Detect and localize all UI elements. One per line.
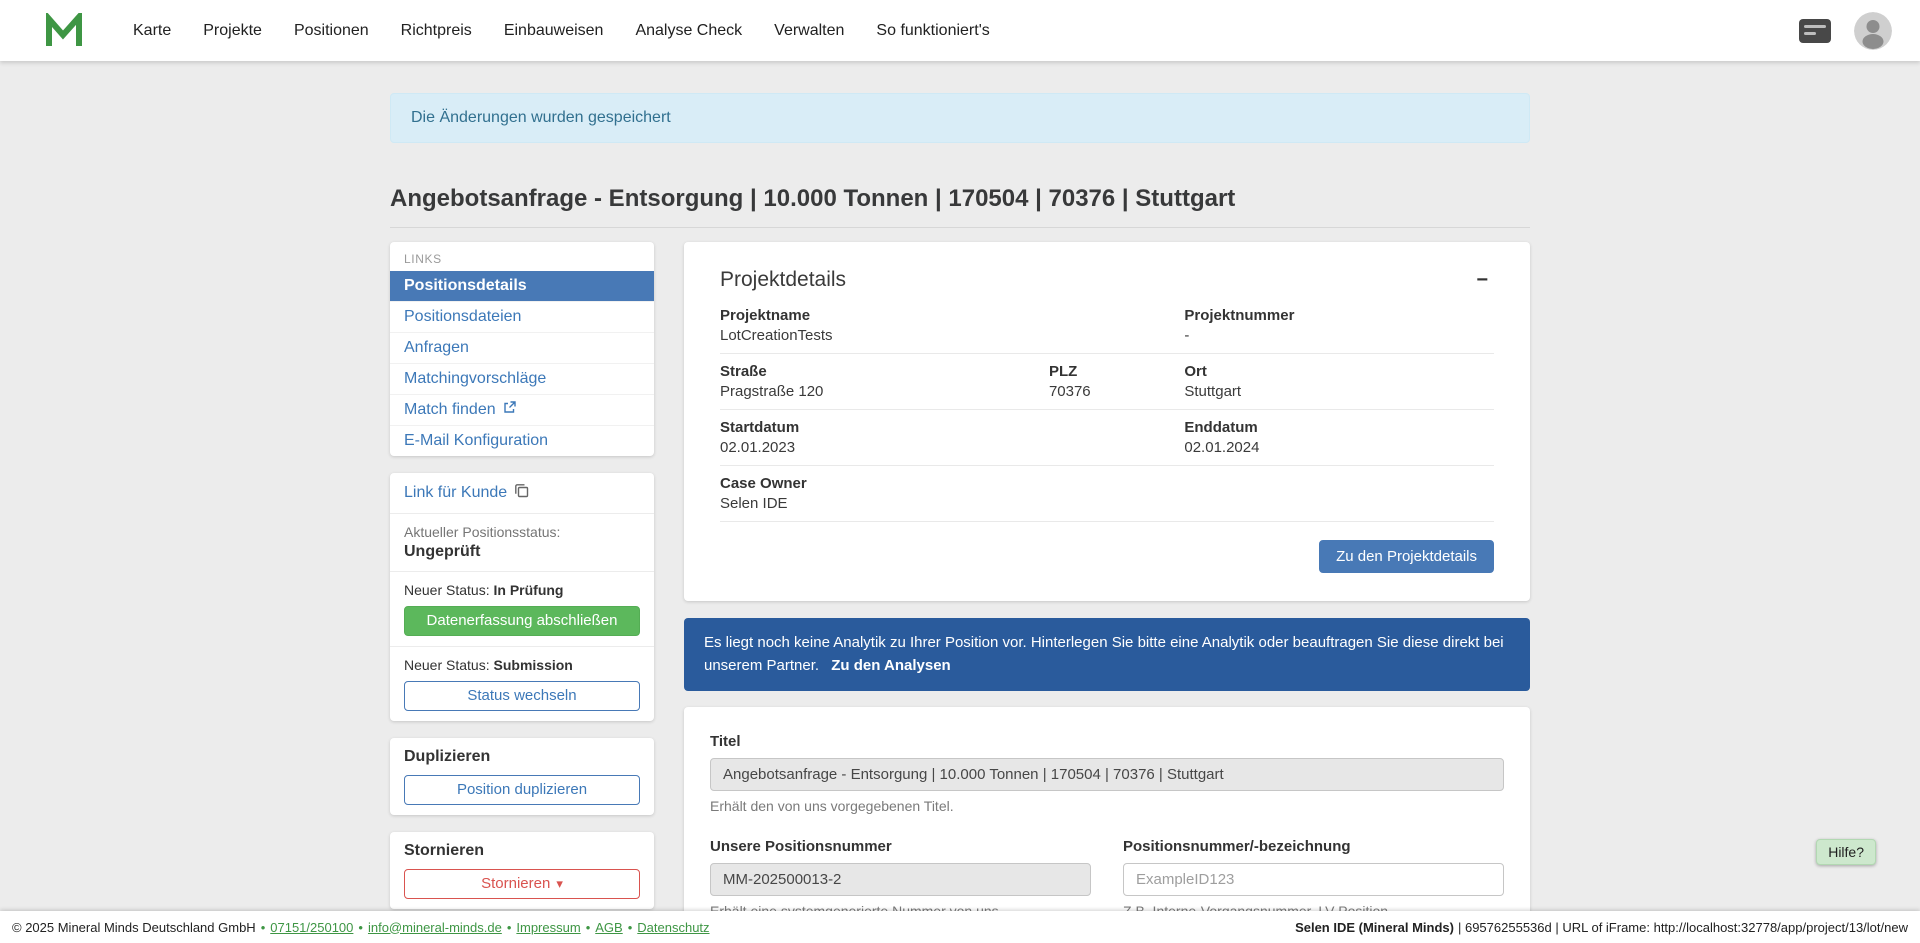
navbar: Karte Projekte Positionen Richtpreis Ein… [0, 0, 1920, 61]
sidebar-item-email-konfiguration[interactable]: E-Mail Konfiguration [390, 425, 654, 456]
match-finden-label: Match finden [404, 401, 496, 419]
sidebar-item-positionsdateien[interactable]: Positionsdateien [390, 301, 654, 332]
footer-session-info: Selen IDE (Mineral Minds) | 69576255536d … [1295, 920, 1908, 935]
footer-email-link[interactable]: info@mineral-minds.de [368, 920, 502, 935]
footer-impressum-link[interactable]: Impressum [516, 920, 580, 935]
collapse-button[interactable]: − [1470, 268, 1494, 292]
sidebar-item-match-finden[interactable]: Match finden [390, 394, 654, 425]
help-button[interactable]: Hilfe? [1816, 839, 1876, 865]
nav-item-analyse-check[interactable]: Analyse Check [619, 22, 758, 40]
datenerfassung-abschliessen-button[interactable]: Datenerfassung abschließen [404, 606, 640, 636]
footer-separator: • [586, 920, 591, 935]
current-status-value: Ungeprüft [404, 543, 640, 561]
footer-separator: • [261, 920, 266, 935]
stornieren-card: Stornieren Stornieren ▾ [390, 832, 654, 909]
stornieren-button-label: Stornieren [481, 875, 550, 892]
user-avatar[interactable] [1854, 12, 1892, 50]
saved-alert: Die Änderungen wurden gespeichert [390, 93, 1530, 143]
ort-value: Stuttgart [1184, 383, 1494, 400]
copy-icon [514, 483, 529, 503]
projektnummer-value: - [1184, 327, 1494, 344]
titel-input [710, 758, 1504, 791]
startdatum-value: 02.01.2023 [720, 439, 1184, 456]
enddatum-value: 02.01.2024 [1184, 439, 1494, 456]
status-card: Link für Kunde Aktueller Positionsstatus… [390, 473, 654, 721]
startdatum-label: Startdatum [720, 419, 1184, 436]
footer-copyright: © 2025 Mineral Minds Deutschland GmbH [12, 920, 256, 935]
duplizieren-title: Duplizieren [404, 748, 640, 766]
kunden-positionsnummer-input[interactable] [1123, 863, 1504, 896]
new-status-text-2: Neuer Status: Submission [404, 657, 640, 673]
projektname-label: Projektname [720, 307, 1184, 324]
nav-item-karte[interactable]: Karte [117, 22, 187, 40]
strasse-value: Pragstraße 120 [720, 383, 1049, 400]
pd-row-2: Straße Pragstraße 120 PLZ 70376 Ort Stut… [720, 354, 1494, 410]
current-status-label: Aktueller Positionsstatus: [404, 524, 640, 540]
projektdetails-title: Projektdetails [720, 268, 846, 292]
nav-item-positionen[interactable]: Positionen [278, 22, 385, 40]
footer-user-info: Selen IDE (Mineral Minds) [1295, 920, 1454, 935]
external-link-icon [503, 401, 516, 419]
brand-logo-icon[interactable] [45, 13, 83, 49]
nav-item-verwalten[interactable]: Verwalten [758, 22, 860, 40]
duplizieren-card: Duplizieren Position duplizieren [390, 738, 654, 815]
main-content: Projektdetails − Projektname LotCreation… [684, 242, 1530, 943]
zu-den-analysen-link[interactable]: Zu den Analysen [831, 657, 950, 674]
strasse-label: Straße [720, 363, 1049, 380]
footer-datenschutz-link[interactable]: Datenschutz [637, 920, 709, 935]
stornieren-title: Stornieren [404, 842, 640, 860]
position-duplizieren-button[interactable]: Position duplizieren [404, 775, 640, 805]
nav-item-so-funktionierts[interactable]: So funktioniert's [860, 22, 1005, 40]
customer-link-label: Link für Kunde [404, 484, 507, 502]
zu-den-projektdetails-button[interactable]: Zu den Projektdetails [1319, 540, 1494, 573]
footer-iframe-info: | 69576255536d | URL of iFrame: http://l… [1458, 920, 1908, 935]
sidebar-item-matchingvorschlaege[interactable]: Matchingvorschläge [390, 363, 654, 394]
nav-item-einbauweisen[interactable]: Einbauweisen [488, 22, 620, 40]
sidebar-links-card: LINKS Positionsdetails Positionsdateien … [390, 242, 654, 456]
positionsnummer-label: Unsere Positionsnummer [710, 838, 1091, 855]
caret-down-icon: ▾ [556, 876, 563, 891]
case-owner-label: Case Owner [720, 475, 1494, 492]
server-icon[interactable] [1798, 18, 1832, 44]
footer-separator: • [628, 920, 633, 935]
plz-value: 70376 [1049, 383, 1184, 400]
analytics-alert: Es liegt noch keine Analytik zu Ihrer Po… [684, 618, 1530, 691]
footer: © 2025 Mineral Minds Deutschland GmbH • 07… [0, 911, 1920, 943]
nav-item-richtpreis[interactable]: Richtpreis [385, 22, 488, 40]
new-status-text-1: Neuer Status: In Prüfung [404, 582, 640, 598]
footer-phone-link[interactable]: 07151/250100 [270, 920, 353, 935]
main-nav: Karte Projekte Positionen Richtpreis Ein… [117, 22, 1006, 40]
links-header: LINKS [390, 242, 654, 271]
projektnummer-label: Projektnummer [1184, 307, 1494, 324]
plz-label: PLZ [1049, 363, 1184, 380]
status-wechseln-button[interactable]: Status wechseln [404, 681, 640, 711]
nav-item-projekte[interactable]: Projekte [187, 22, 278, 40]
analytics-alert-text: Es liegt noch keine Analytik zu Ihrer Po… [704, 634, 1504, 674]
sidebar-item-anfragen[interactable]: Anfragen [390, 332, 654, 363]
enddatum-label: Enddatum [1184, 419, 1494, 436]
position-form-card: Titel Erhält den von uns vorgegebenen Ti… [684, 707, 1530, 943]
sidebar-item-positionsdetails[interactable]: Positionsdetails [390, 271, 654, 301]
customer-link[interactable]: Link für Kunde [404, 483, 529, 503]
projektdetails-card: Projektdetails − Projektname LotCreation… [684, 242, 1530, 601]
case-owner-value: Selen IDE [720, 495, 1494, 512]
footer-separator: • [507, 920, 512, 935]
projektname-value: LotCreationTests [720, 327, 1184, 344]
pd-row-4: Case Owner Selen IDE [720, 466, 1494, 522]
titel-help: Erhält den von uns vorgegebenen Titel. [710, 798, 1504, 814]
ort-label: Ort [1184, 363, 1494, 380]
sidebar: LINKS Positionsdetails Positionsdateien … [390, 242, 654, 926]
page-title: Angebotsanfrage - Entsorgung | 10.000 To… [390, 185, 1530, 213]
stornieren-button[interactable]: Stornieren ▾ [404, 869, 640, 899]
title-divider [390, 227, 1530, 228]
pd-row-3: Startdatum 02.01.2023 Enddatum 02.01.202… [720, 410, 1494, 466]
positionsnummer-input [710, 863, 1091, 896]
footer-separator: • [358, 920, 363, 935]
footer-agb-link[interactable]: AGB [595, 920, 622, 935]
titel-label: Titel [710, 733, 1504, 750]
kunden-positionsnummer-label: Positionsnummer/-bezeichnung [1123, 838, 1504, 855]
footer-left: © 2025 Mineral Minds Deutschland GmbH • 07… [12, 920, 710, 935]
pd-row-1: Projektname LotCreationTests Projektnumm… [720, 298, 1494, 354]
